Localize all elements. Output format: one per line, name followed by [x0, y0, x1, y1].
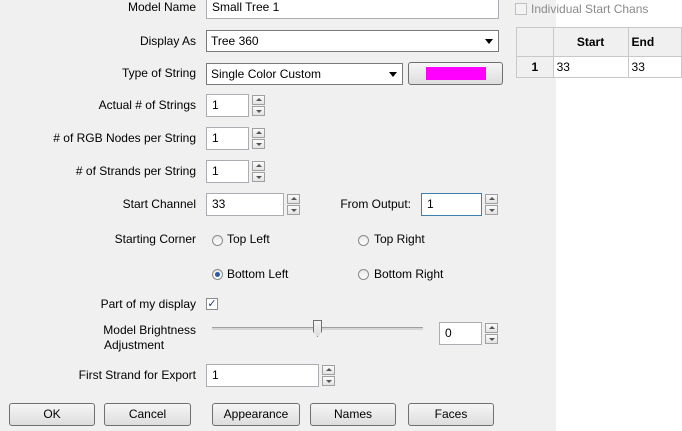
spin-up-icon[interactable]: [322, 365, 335, 375]
radio-top-left-label[interactable]: Top Left: [227, 232, 270, 246]
faces-button[interactable]: Faces: [408, 403, 494, 426]
grid-col-start[interactable]: Start: [552, 27, 629, 57]
grid-cell-start[interactable]: 33: [552, 56, 629, 78]
strands-label: # of Strands per String: [75, 164, 196, 178]
model-name-input[interactable]: Small Tree 1: [206, 0, 499, 19]
checkmark-icon: ✓: [207, 298, 217, 310]
part-of-display-checkbox[interactable]: ✓: [206, 298, 218, 310]
radio-bottom-right[interactable]: [358, 269, 369, 280]
string-color-button[interactable]: [408, 62, 503, 85]
radio-top-right-label[interactable]: Top Right: [374, 232, 425, 246]
table-row[interactable]: 1 33 33: [516, 56, 682, 78]
individual-start-chans-checkbox[interactable]: [515, 3, 527, 15]
from-output-input[interactable]: 1: [421, 193, 482, 216]
ok-button[interactable]: OK: [9, 403, 95, 426]
radio-top-right[interactable]: [358, 235, 369, 246]
spin-up-icon[interactable]: [485, 323, 498, 333]
cancel-button[interactable]: Cancel: [104, 403, 191, 426]
starting-corner-label: Starting Corner: [114, 232, 196, 246]
rgb-nodes-spinner[interactable]: [252, 128, 265, 149]
display-as-value: Tree 360: [211, 34, 259, 48]
spin-down-icon[interactable]: [485, 205, 498, 215]
radio-bottom-right-label[interactable]: Bottom Right: [374, 267, 443, 281]
spin-up-icon[interactable]: [252, 95, 265, 105]
first-strand-label: First Strand for Export: [78, 368, 196, 382]
from-output-spinner[interactable]: [485, 194, 498, 215]
spin-down-icon[interactable]: [252, 106, 265, 116]
model-name-label: Model Name: [127, 0, 196, 14]
appearance-button[interactable]: Appearance: [212, 403, 300, 426]
type-of-string-label: Type of String: [121, 66, 196, 80]
start-channels-grid[interactable]: Start End 1 33 33: [516, 27, 682, 78]
part-of-display-label: Part of my display: [100, 297, 196, 311]
individual-start-chans-label: Individual Start Chans: [531, 2, 649, 16]
display-as-label: Display As: [139, 34, 196, 48]
brightness-label-line2: Adjustment: [104, 338, 165, 352]
color-swatch: [426, 67, 486, 80]
radio-bottom-left-label[interactable]: Bottom Left: [227, 267, 288, 281]
from-output-label: From Output:: [340, 197, 411, 211]
spin-down-icon[interactable]: [322, 376, 335, 386]
spin-up-icon[interactable]: [252, 161, 265, 171]
spin-up-icon[interactable]: [252, 128, 265, 138]
chevron-down-icon: [485, 39, 493, 44]
first-strand-spinner[interactable]: [322, 365, 335, 386]
strands-spinner[interactable]: [252, 161, 265, 182]
spin-up-icon[interactable]: [287, 194, 300, 204]
brightness-label-line1: Model Brightness: [103, 323, 196, 337]
grid-corner: [516, 27, 554, 57]
spin-down-icon[interactable]: [252, 139, 265, 149]
actual-strings-spinner[interactable]: [252, 95, 265, 116]
spin-down-icon[interactable]: [252, 172, 265, 182]
grid-cell-end[interactable]: 33: [627, 56, 682, 78]
start-channel-input[interactable]: 33: [206, 193, 284, 216]
display-as-select[interactable]: Tree 360: [206, 30, 499, 52]
actual-strings-input[interactable]: 1: [206, 94, 249, 117]
type-of-string-value: Single Color Custom: [211, 67, 322, 81]
radio-bottom-left[interactable]: [212, 269, 223, 280]
spin-down-icon[interactable]: [287, 205, 300, 215]
rgb-nodes-label: # of RGB Nodes per String: [53, 131, 196, 145]
radio-top-left[interactable]: [212, 235, 223, 246]
start-channel-spinner[interactable]: [287, 194, 300, 215]
names-button[interactable]: Names: [310, 403, 396, 426]
actual-strings-label: Actual # of Strings: [98, 98, 196, 112]
start-channel-label: Start Channel: [122, 197, 196, 211]
strands-input[interactable]: 1: [206, 160, 249, 183]
spin-up-icon[interactable]: [485, 194, 498, 204]
rgb-nodes-input[interactable]: 1: [206, 127, 249, 150]
spin-down-icon[interactable]: [485, 334, 498, 344]
brightness-spinner[interactable]: [485, 323, 498, 344]
brightness-input[interactable]: 0: [439, 322, 482, 345]
grid-row-header[interactable]: 1: [516, 56, 554, 78]
brightness-slider-thumb[interactable]: [313, 320, 322, 337]
chevron-down-icon: [389, 72, 397, 77]
first-strand-input[interactable]: 1: [206, 364, 319, 387]
type-of-string-select[interactable]: Single Color Custom: [206, 63, 403, 85]
grid-col-end[interactable]: End: [627, 27, 682, 57]
